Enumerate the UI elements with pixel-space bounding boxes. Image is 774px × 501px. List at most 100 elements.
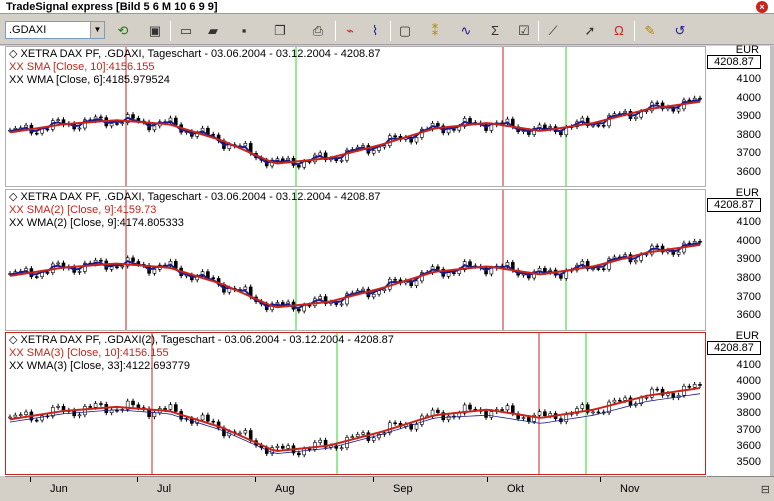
candle-body (591, 268, 595, 270)
candle-body (698, 97, 702, 100)
layers-icon[interactable]: ❐ (272, 23, 288, 39)
run-icon[interactable]: ▣ (147, 23, 163, 39)
candle-body (543, 411, 547, 417)
indicator-icon[interactable]: ⌇ (367, 23, 383, 39)
sma-legend: XX SMA(2) [Close, 9]:4159.73 (9, 204, 157, 216)
y-tick-label: 4100 (736, 216, 761, 228)
candle-body (163, 408, 167, 410)
candle-body (34, 276, 39, 278)
sigma-icon[interactable]: Σ (487, 23, 503, 39)
candle-body (211, 420, 216, 423)
candle-body (280, 445, 285, 449)
pointer-icon[interactable]: ➚ (582, 23, 598, 39)
candle-body (676, 251, 681, 255)
save-icon[interactable]: ▪ (236, 23, 252, 39)
y-tick-label: 4000 (736, 91, 761, 104)
candle-body (339, 303, 344, 306)
toolbar: .GDAXI ▼ ⟲ ▣ ▭ ▰ ▪ ❐ ⎙ ⌁ ⌇ ▢ ⁑ ∿ Σ ☑ ⟋ ➚… (0, 15, 774, 45)
chart-pane-3[interactable]: ◇ XETRA DAX PF, .GDAXI(2), Tageschart - … (5, 332, 706, 475)
properties-icon[interactable]: ☑ (516, 23, 532, 39)
candle-body (366, 432, 371, 441)
candle-body (243, 286, 248, 290)
candle-body (634, 116, 638, 119)
symbol-input[interactable]: .GDAXI ▼ (5, 21, 105, 39)
candle-body (243, 143, 248, 147)
window-icon[interactable]: ▢ (397, 23, 413, 39)
chart-pane-2[interactable]: ◇ XETRA DAX PF, .GDAXI, Tageschart - 03.… (5, 189, 706, 331)
chart-area[interactable]: ◇ XETRA DAX PF, .GDAXI, Tageschart - 03.… (0, 44, 774, 476)
current-price-label: 4208.87 (707, 55, 761, 69)
candle-body (152, 412, 157, 418)
candle-body (109, 266, 114, 270)
candle-body (591, 411, 595, 414)
y-tick-label: 3800 (736, 407, 761, 420)
candle-body (45, 128, 50, 131)
chart-pane-1[interactable]: ◇ XETRA DAX PF, .GDAXI, Tageschart - 03.… (5, 46, 706, 187)
candle-body (115, 123, 119, 125)
x-tick (30, 477, 31, 482)
chevron-down-icon[interactable]: ▼ (90, 22, 104, 38)
candle-body (318, 296, 323, 300)
print-icon[interactable]: ⎙ (310, 23, 326, 39)
y-tick-label: 4000 (736, 375, 761, 388)
vertical-scrollbar[interactable] (770, 46, 774, 476)
close-icon[interactable]: × (756, 1, 768, 13)
y-axis-2: EUR 4208.87 4100 4000 3900 3800 3700 3600 (707, 187, 769, 331)
magnet-icon[interactable]: Ω (611, 23, 627, 39)
candle-body (698, 384, 702, 386)
candle-body (371, 437, 376, 441)
candle-body (18, 414, 23, 416)
candle-body (596, 411, 601, 414)
candle-body (500, 409, 504, 411)
open-folder-icon[interactable]: ▰ (205, 23, 221, 39)
candle-body (468, 404, 472, 410)
candle-body (484, 411, 488, 418)
window-title: TradeSignal express [Bild 5 6 M 10 6 9 9… (6, 1, 218, 13)
y-tick-label: 3600 (736, 439, 761, 452)
trendline-icon[interactable]: ⟋ (545, 23, 561, 39)
candle-body (280, 158, 285, 162)
new-document-icon[interactable]: ▭ (178, 23, 194, 39)
notes-icon[interactable]: ✎ (642, 23, 658, 39)
candle-body (436, 123, 440, 127)
candlestick-icon[interactable]: ⁑ (427, 23, 443, 39)
line-icon[interactable]: ∿ (458, 23, 474, 39)
toolbar-separator (634, 21, 635, 41)
candle-body (414, 280, 419, 286)
pane-header: ◇ XETRA DAX PF, .GDAXI(2), Tageschart - … (9, 334, 394, 346)
candle-body (596, 268, 601, 270)
pane-header-text: XETRA DAX PF, .GDAXI(2), Tageschart - 03… (20, 334, 394, 346)
candle-body (13, 414, 18, 418)
scale-icon[interactable]: ⊟ (761, 483, 770, 496)
pane-legend-1: ◇ XETRA DAX PF, .GDAXI, Tageschart - 03.… (9, 48, 380, 87)
candle-body (302, 448, 306, 456)
candle-body (339, 447, 344, 450)
y-tick-label: 3700 (736, 147, 761, 159)
candle-body (393, 135, 397, 138)
candle-body (152, 269, 157, 274)
toolbar-separator (390, 21, 391, 41)
candle-body (131, 400, 135, 406)
candle-body (168, 404, 173, 410)
refresh-icon[interactable]: ⟲ (115, 23, 131, 39)
current-price-label: 4208.87 (707, 198, 761, 212)
y-tick-label: 3900 (736, 391, 761, 404)
candle-body (596, 124, 601, 127)
candle-body (601, 268, 606, 270)
undo-icon[interactable]: ↺ (672, 23, 688, 39)
candle-body (339, 159, 344, 162)
y-tick-label: 3900 (736, 110, 761, 122)
candle-body (99, 403, 103, 405)
candle-body (612, 399, 617, 403)
candle-body (286, 445, 290, 449)
candle-body (131, 114, 135, 119)
y-tick-label: 3700 (736, 423, 761, 436)
candle-body (297, 308, 301, 312)
chart-icon[interactable]: ⌁ (342, 23, 358, 39)
candle-body (56, 262, 60, 265)
candle-body (361, 432, 365, 435)
candle-body (34, 132, 39, 135)
y-tick-label: 3800 (736, 272, 761, 284)
candle-body (617, 399, 622, 402)
wma-line (9, 99, 701, 166)
